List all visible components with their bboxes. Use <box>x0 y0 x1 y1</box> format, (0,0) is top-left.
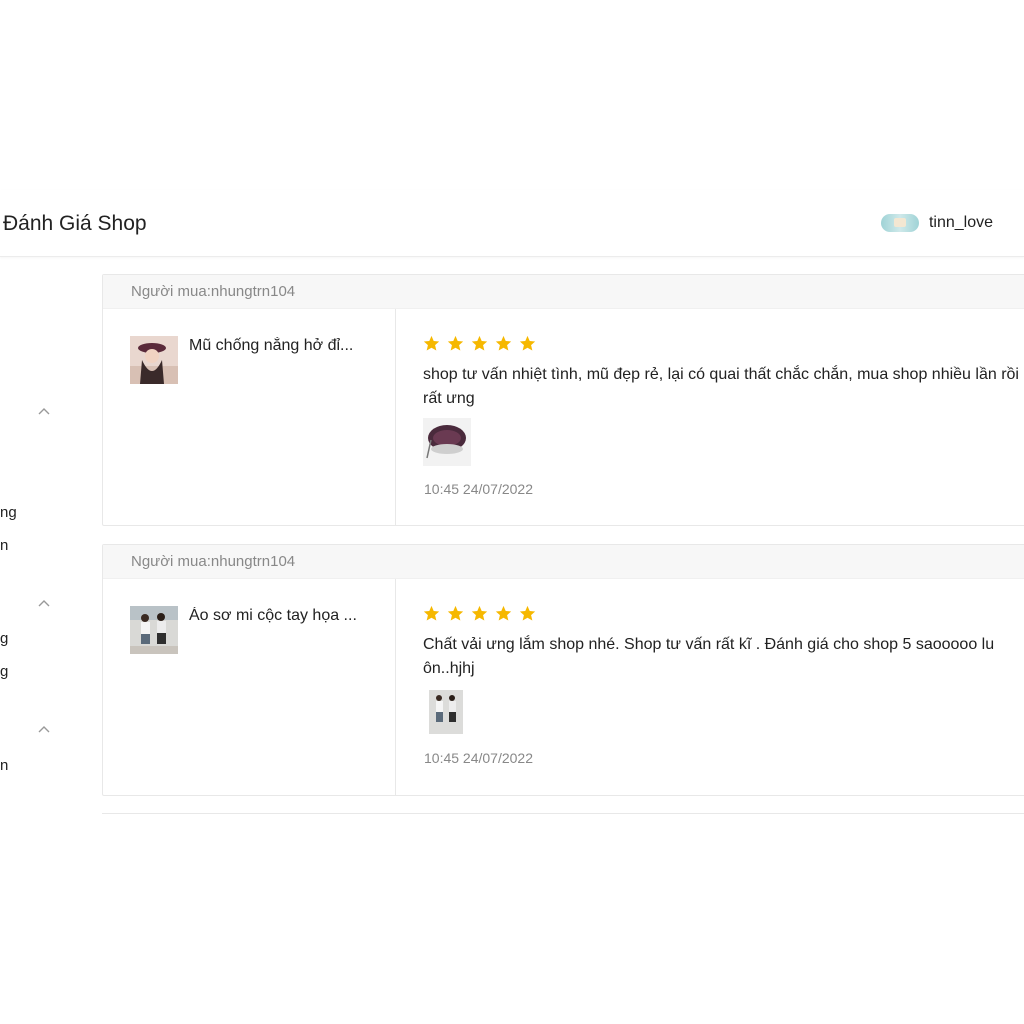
user-avatar[interactable] <box>880 214 919 232</box>
star-icon <box>471 605 488 621</box>
rating-stars <box>423 605 536 622</box>
star-icon <box>447 335 464 351</box>
review-photo[interactable] <box>423 688 471 736</box>
star-icon <box>447 605 464 621</box>
star-icon <box>423 335 440 351</box>
chevron-up-icon[interactable] <box>37 597 51 611</box>
review-time: 10:45 24/07/2022 <box>424 750 533 766</box>
star-icon <box>495 605 512 621</box>
star-icon <box>519 335 536 351</box>
star-icon <box>495 335 512 351</box>
buyer-name: Người mua:nhungtrn104 <box>131 283 296 300</box>
buyer-bar: Người mua:nhungtrn104 <box>103 545 1024 579</box>
star-icon <box>423 605 440 621</box>
sidebar-item-label[interactable]: ng <box>0 504 17 521</box>
review-card: Người mua:nhungtrn104 Mũ chống nắng hở đ… <box>102 274 1024 526</box>
user-menu[interactable]: tinn_love <box>880 210 993 236</box>
product-column: Áo sơ mi cộc tay họa ... <box>103 579 396 795</box>
sidebar-item-label[interactable]: n <box>0 757 8 774</box>
review-card: Người mua:nhungtrn104 Áo sơ mi cộc tay h… <box>102 544 1024 796</box>
page-title: Đánh Giá Shop <box>3 212 147 235</box>
product-thumbnail[interactable] <box>130 606 178 654</box>
buyer-name: Người mua:nhungtrn104 <box>131 553 296 570</box>
product-name[interactable]: Mũ chống nắng hở đỉ... <box>189 337 369 355</box>
review-comment: Chất vải ưng lắm shop nhé. Shop tư vấn r… <box>423 636 995 677</box>
user-name[interactable]: tinn_love <box>929 214 993 232</box>
chevron-up-icon[interactable] <box>37 405 51 419</box>
chevron-up-icon[interactable] <box>37 723 51 737</box>
review-time: 10:45 24/07/2022 <box>424 481 533 497</box>
review-photo[interactable] <box>423 418 471 466</box>
star-icon <box>519 605 536 621</box>
sidebar-item-label[interactable]: g <box>0 630 8 647</box>
product-thumbnail[interactable] <box>130 336 178 384</box>
list-divider <box>102 813 1024 814</box>
review-content: shop tư vấn nhiệt tình, mũ đẹp rẻ, lại c… <box>396 309 1024 525</box>
sidebar-item-label[interactable]: g <box>0 663 8 680</box>
product-column: Mũ chống nắng hở đỉ... <box>103 309 396 525</box>
review-comment: shop tư vấn nhiệt tình, mũ đẹp rẻ, lại c… <box>423 366 1019 407</box>
product-name[interactable]: Áo sơ mi cộc tay họa ... <box>189 607 369 625</box>
star-icon <box>471 335 488 351</box>
review-content: Chất vải ưng lắm shop nhé. Shop tư vấn r… <box>396 579 1024 795</box>
sidebar-item-label[interactable]: n <box>0 537 8 554</box>
buyer-bar: Người mua:nhungtrn104 <box>103 275 1024 309</box>
page-header: Đánh Giá Shop tinn_love <box>0 190 1024 257</box>
rating-stars <box>423 335 536 352</box>
